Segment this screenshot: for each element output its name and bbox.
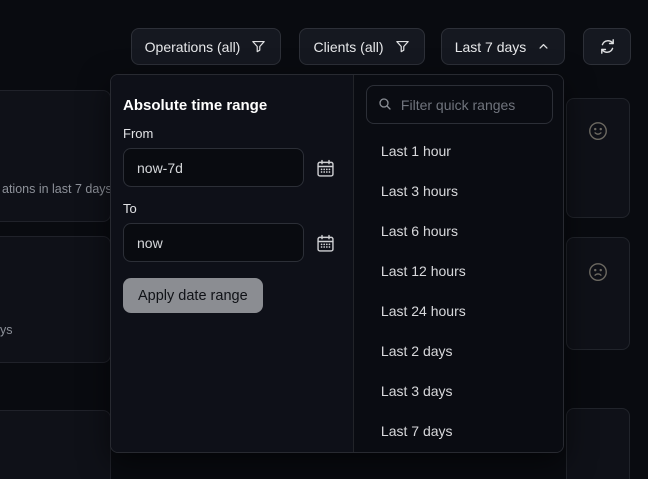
quick-ranges-list: Last 1 hour Last 3 hours Last 6 hours La… xyxy=(354,131,563,451)
apply-date-range-button[interactable]: Apply date range xyxy=(123,278,263,313)
background-panel-row-1 xyxy=(0,90,111,222)
operations-filter-label: Operations (all) xyxy=(145,39,241,55)
time-picker-panel: Absolute time range From To Apply d xyxy=(110,74,564,453)
quick-range-option[interactable]: Last 6 hours xyxy=(354,211,563,251)
time-range-label: Last 7 days xyxy=(455,39,527,55)
quick-range-option[interactable]: Last 7 days xyxy=(354,411,563,451)
background-card-errors xyxy=(566,237,630,350)
refresh-icon xyxy=(598,37,617,56)
from-calendar-icon[interactable] xyxy=(315,157,337,179)
clients-filter-label: Clients (all) xyxy=(313,39,383,55)
app-screen: ations in last 7 days ys Operations (all… xyxy=(0,0,648,479)
to-input[interactable] xyxy=(123,223,304,262)
to-calendar-icon[interactable] xyxy=(315,232,337,254)
background-partial-text-2: ys xyxy=(0,323,13,337)
background-panel-row-2 xyxy=(0,236,111,363)
quick-range-option[interactable]: Last 2 days xyxy=(354,331,563,371)
background-partial-text-1: ations in last 7 days xyxy=(2,182,112,196)
quick-range-option[interactable]: Last 3 hours xyxy=(354,171,563,211)
quick-ranges-section: Last 1 hour Last 3 hours Last 6 hours La… xyxy=(353,75,563,452)
quick-range-search xyxy=(366,85,553,124)
filter-icon xyxy=(394,38,411,55)
quick-range-option[interactable]: Last 24 hours xyxy=(354,291,563,331)
filter-icon xyxy=(250,38,267,55)
clients-filter-button[interactable]: Clients (all) xyxy=(299,28,425,65)
to-label: To xyxy=(123,201,137,216)
quick-range-option[interactable]: Last 1 hour xyxy=(354,131,563,171)
absolute-time-range-section: Absolute time range From To Apply d xyxy=(111,75,353,452)
operations-filter-button[interactable]: Operations (all) xyxy=(131,28,281,65)
happy-face-icon xyxy=(587,120,609,142)
time-range-button[interactable]: Last 7 days xyxy=(441,28,565,65)
background-panel-row-3 xyxy=(0,410,111,479)
absolute-time-range-title: Absolute time range xyxy=(123,97,267,114)
chevron-up-icon xyxy=(536,39,551,54)
filter-quick-ranges-input[interactable] xyxy=(366,85,553,124)
background-card-success xyxy=(566,98,630,218)
sad-face-icon xyxy=(587,261,609,283)
refresh-button[interactable] xyxy=(583,28,631,65)
from-input[interactable] xyxy=(123,148,304,187)
quick-range-option[interactable]: Last 3 days xyxy=(354,371,563,411)
quick-range-option[interactable]: Last 12 hours xyxy=(354,251,563,291)
background-card-bottom xyxy=(566,408,630,479)
from-label: From xyxy=(123,126,153,141)
